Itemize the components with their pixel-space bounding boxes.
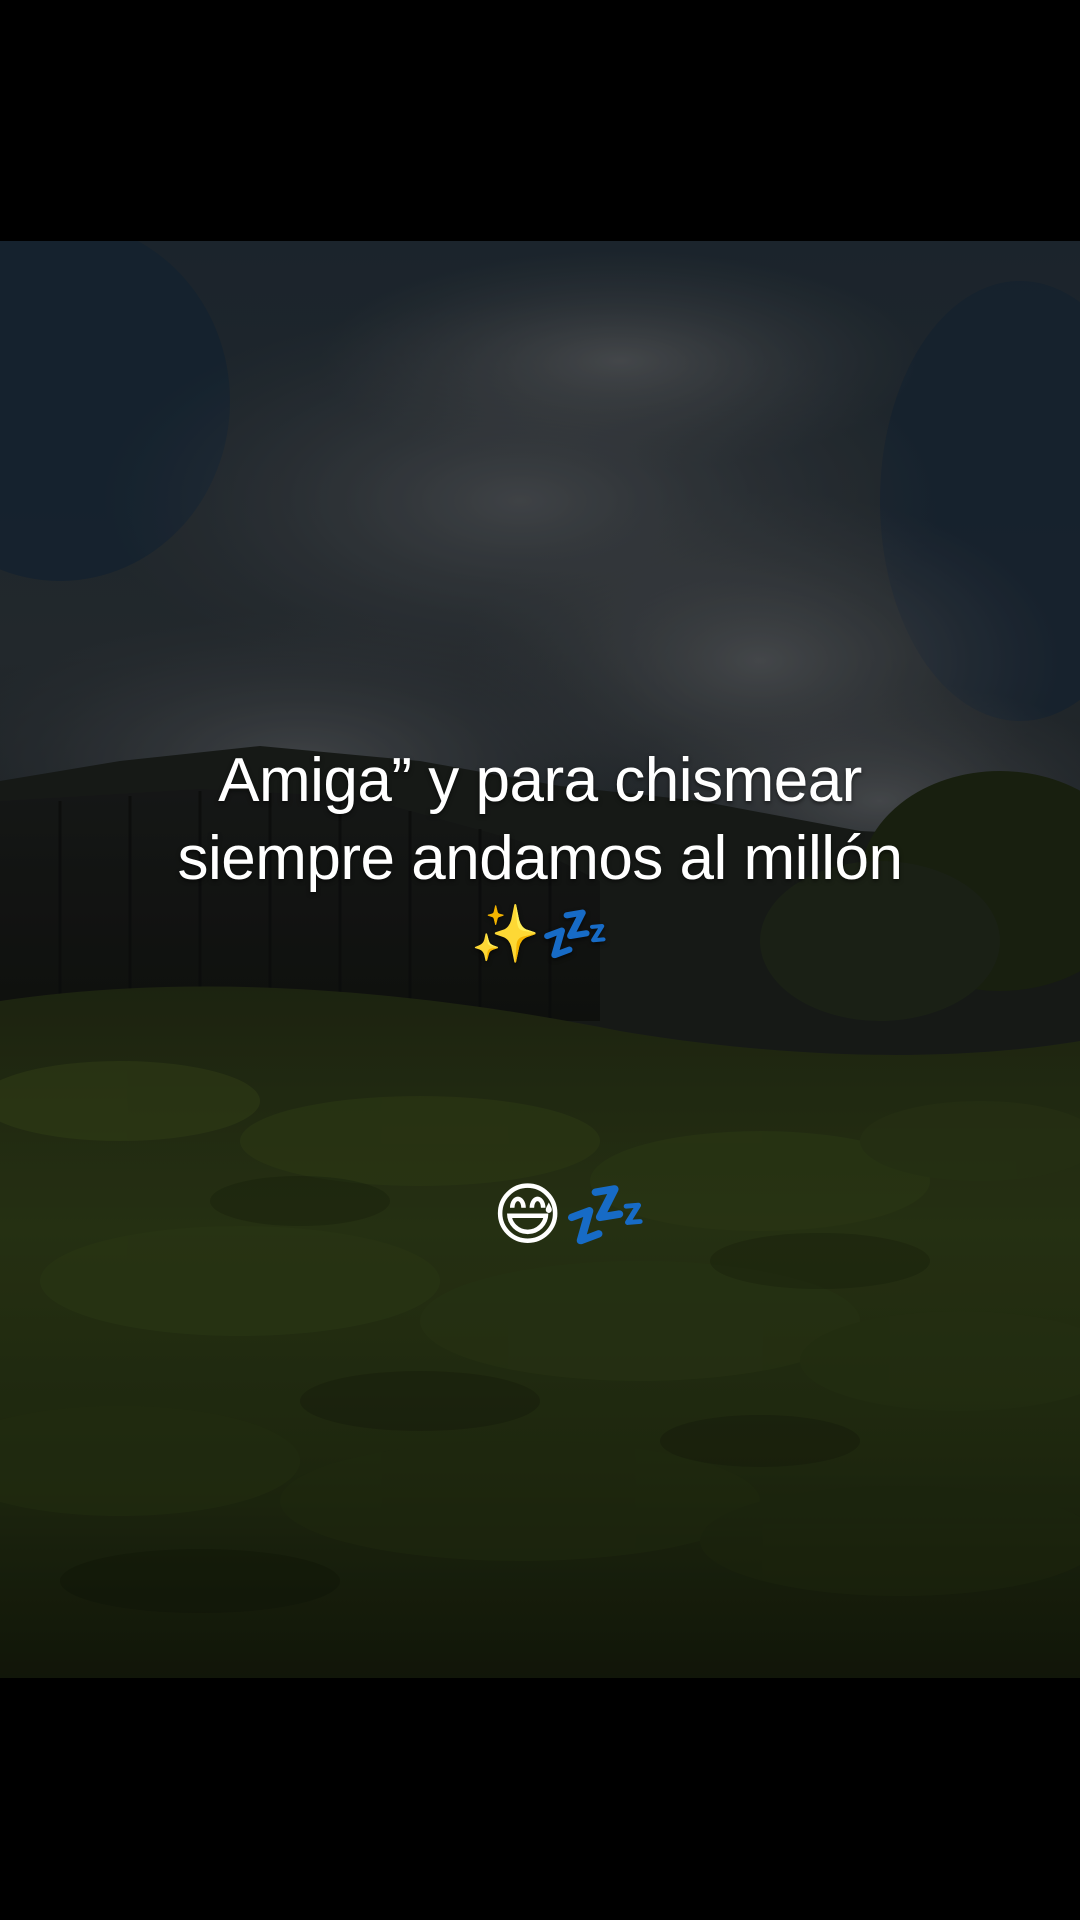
sweat-smile-sleep-emoji-sticker: 😅💤 bbox=[492, 1177, 648, 1253]
video-caption-text: Amiga” y para chismear siempre andamos a… bbox=[90, 742, 990, 968]
sparkles-sleep-emoji: ✨💤 bbox=[470, 902, 610, 965]
caption-line-2: siempre andamos al millón bbox=[177, 824, 903, 893]
video-screen: Amiga” y para chismear siempre andamos a… bbox=[0, 0, 1080, 1920]
caption-line-1: Amiga” y para chismear bbox=[218, 746, 862, 815]
